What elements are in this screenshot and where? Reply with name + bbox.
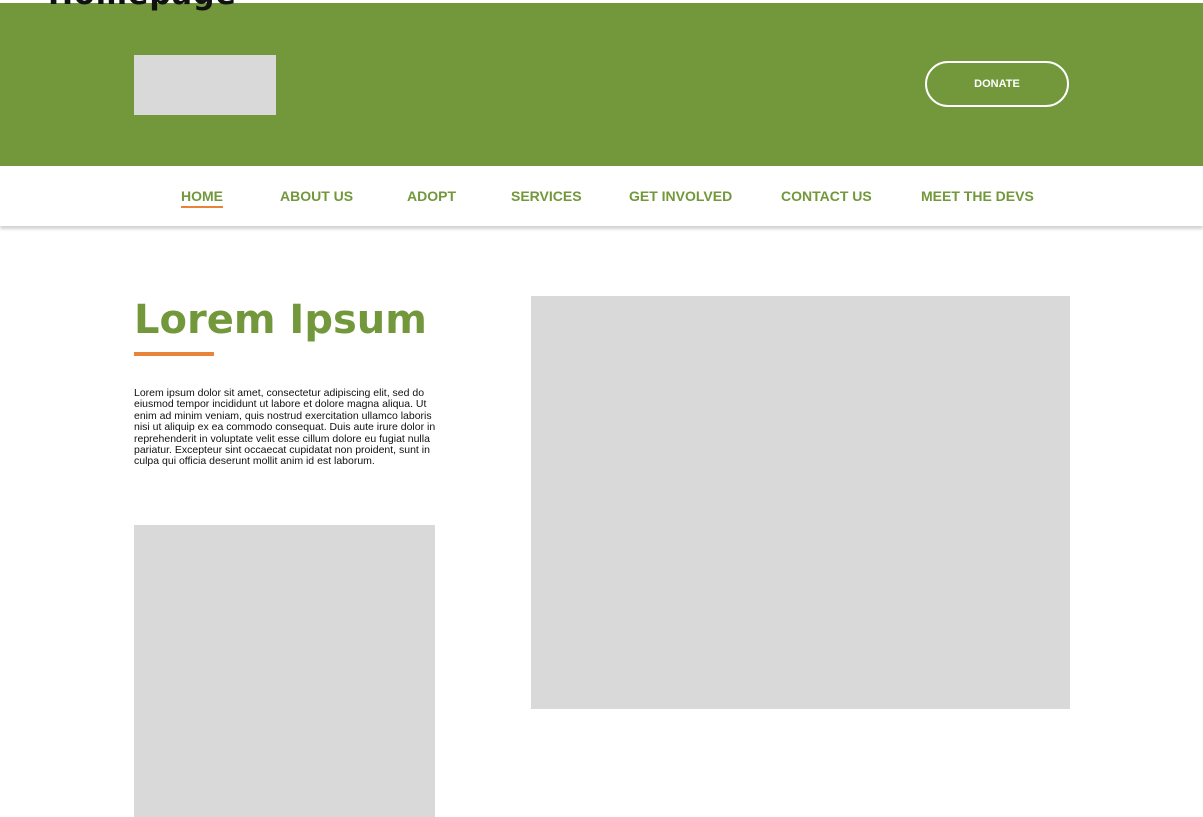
frame-title: Homepage [48, 0, 237, 10]
nav-item-meet-the-devs[interactable]: MEET THE DEVS [921, 188, 1034, 204]
image-placeholder-right [531, 296, 1070, 709]
page: Homepage DONATE HOME ABOUT US ADOPT SERV… [0, 0, 1203, 817]
page-title: Lorem Ipsum [134, 297, 427, 343]
nav-item-about-us[interactable]: ABOUT US [280, 188, 353, 204]
logo-placeholder[interactable] [134, 55, 276, 115]
nav-item-contact-us[interactable]: CONTACT US [781, 188, 872, 204]
nav-item-home[interactable]: HOME [181, 188, 223, 204]
site-header: DONATE [0, 3, 1203, 166]
nav-active-indicator [181, 206, 223, 208]
body-paragraph: Lorem ipsum dolor sit amet, consectetur … [134, 387, 436, 468]
nav-item-adopt[interactable]: ADOPT [407, 188, 456, 204]
nav-item-services[interactable]: SERVICES [511, 188, 582, 204]
donate-button[interactable]: DONATE [925, 61, 1069, 107]
main-nav: HOME ABOUT US ADOPT SERVICES GET INVOLVE… [0, 166, 1203, 226]
image-placeholder-left [134, 525, 435, 817]
title-underline [134, 352, 214, 356]
nav-item-get-involved[interactable]: GET INVOLVED [629, 188, 732, 204]
